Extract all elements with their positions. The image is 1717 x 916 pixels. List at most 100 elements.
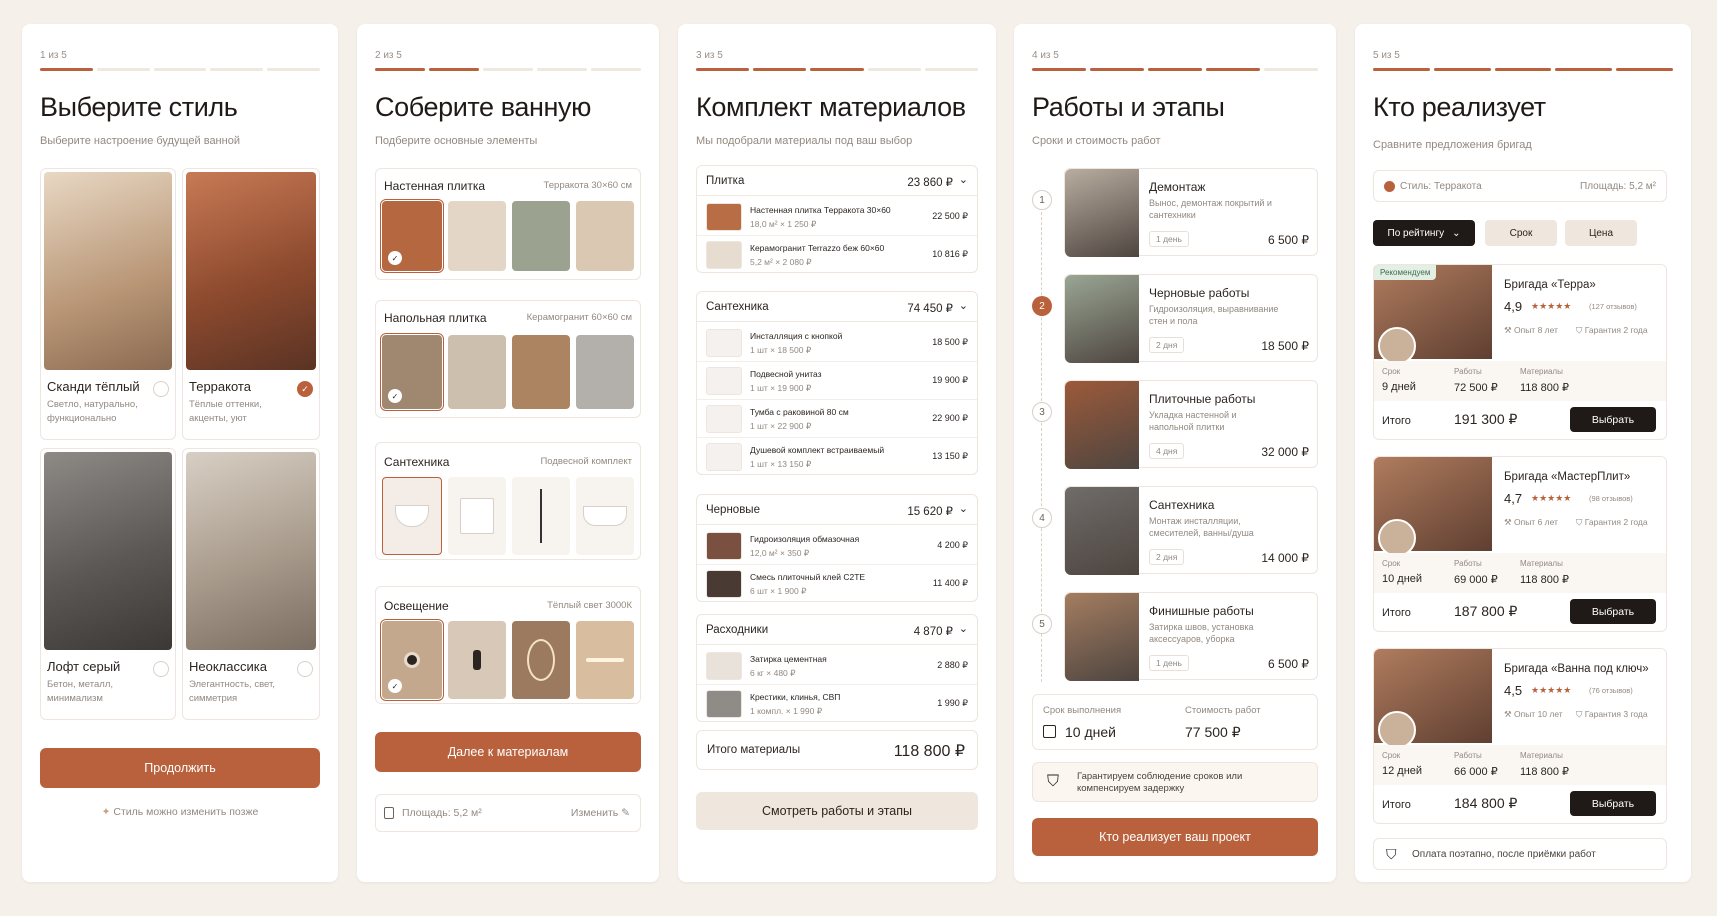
swatch-sand[interactable]	[576, 201, 634, 271]
style-radio[interactable]	[153, 661, 169, 677]
material-thumb	[706, 570, 742, 598]
material-thumb	[706, 329, 742, 357]
step-indicator: 2 из 5	[375, 50, 402, 61]
swatch-beige[interactable]	[448, 201, 506, 271]
progress-bar	[696, 68, 979, 71]
style-text: Стиль: Терракота	[1400, 181, 1482, 192]
progress-bar	[1373, 68, 1673, 71]
stage-duration: 4 дня	[1149, 443, 1185, 459]
material-group: Плитка 23 860 ₽ ⌄ Настенная плитка Терра…	[696, 165, 978, 273]
material-group: Расходники 4 870 ₽ ⌄ Затирка цементная 6…	[696, 614, 978, 722]
panel-stages: 4 из 5 Работы и этапы Сроки и стоимость …	[1014, 24, 1336, 882]
choose-team-button[interactable]: Выбрать	[1570, 791, 1656, 816]
team-reviews: (127 отзывов)	[1589, 302, 1637, 311]
swatch-terracotta-selected[interactable]: ✓	[380, 199, 444, 273]
material-price: 2 880 ₽	[937, 660, 968, 670]
style-radio[interactable]	[153, 381, 169, 397]
chevron-down-icon: ⌄	[1452, 227, 1461, 239]
who-implements-button[interactable]: Кто реализует ваш проект	[1032, 818, 1318, 856]
stage-name: Финишные работы	[1149, 604, 1254, 618]
team-rating: 4,7	[1504, 491, 1523, 506]
group-header[interactable]: Плитка 23 860 ₽ ⌄	[697, 166, 977, 196]
stage-price: 18 500 ₽	[1261, 339, 1309, 353]
team-guarantee: ⛉ Гарантия 2 года	[1576, 517, 1648, 527]
group-header[interactable]: Расходники 4 870 ₽ ⌄	[697, 615, 977, 645]
toilet-option-selected[interactable]	[382, 477, 442, 555]
team-term: 9 дней	[1382, 381, 1416, 393]
style-card-scandi[interactable]: Сканди тёплый Светло, натурально, функци…	[40, 168, 176, 440]
stage-card[interactable]: Демонтаж Вынос, демонтаж покрытий и сант…	[1064, 168, 1318, 257]
progress-bar	[40, 68, 320, 71]
stage-card[interactable]: Сантехника Монтаж инсталляции, смесителе…	[1064, 486, 1318, 575]
material-name: Гидроизоляция обмазочная	[750, 534, 860, 544]
step-indicator: 3 из 5	[696, 50, 723, 61]
style-card-loft[interactable]: Лофт серый Бетон, металл, минимализм	[40, 448, 176, 720]
material-name: Смесь плиточный клей C2TE	[750, 572, 866, 582]
style-color-dot	[1384, 181, 1395, 192]
view-works-button[interactable]: Смотреть работы и этапы	[696, 792, 978, 830]
style-card-neoclassic[interactable]: Неоклассика Элегантность, свет, симметри…	[182, 448, 320, 720]
style-radio[interactable]	[297, 661, 313, 677]
group-name: Сантехника	[706, 301, 769, 313]
guarantee-banner: ⛉ Гарантируем соблюдение сроков или комп…	[1032, 762, 1318, 802]
swatch-stone-selected[interactable]: ✓	[380, 333, 444, 411]
swatch-sage[interactable]	[512, 201, 570, 271]
material-group: Сантехника 74 450 ₽ ⌄ Инсталляция с кноп…	[696, 291, 978, 475]
style-card-terracotta[interactable]: Терракота Тёплые оттенки, акценты, уют ✓	[182, 168, 320, 440]
material-row: Душевой комплект встраиваемый 1 шт × 13 …	[697, 438, 977, 476]
next-to-materials-button[interactable]: Далее к материалам	[375, 732, 641, 772]
panel-style: 1 из 5 Выберите стиль Выберите настроени…	[22, 24, 338, 882]
group-total: 74 450 ₽	[907, 303, 953, 315]
project-summary: Стиль: Терракота Площадь: 5,2 м²	[1373, 170, 1667, 202]
bathtub-option[interactable]	[576, 477, 634, 555]
total-label: Итого	[1382, 415, 1411, 427]
shield-icon: ⛉	[1576, 709, 1585, 719]
section-wall-tile: Настенная плитка Терракота 30×60 см ✓	[375, 168, 641, 280]
spot-light-option-selected[interactable]: ✓	[380, 619, 444, 701]
stage-photo	[1065, 169, 1139, 257]
shower-option[interactable]	[512, 477, 570, 555]
calendar-icon	[1043, 725, 1056, 738]
group-header[interactable]: Сантехника 74 450 ₽ ⌄	[697, 292, 977, 322]
sort-by-term-button[interactable]: Срок	[1485, 220, 1557, 246]
stage-card[interactable]: Плиточные работы Укладка настенной и нап…	[1064, 380, 1318, 469]
team-guarantee: ⛉ Гарантия 3 года	[1576, 709, 1648, 719]
swatch-wood[interactable]	[512, 335, 570, 409]
material-price: 13 150 ₽	[932, 451, 968, 461]
stage-name: Плиточные работы	[1149, 392, 1256, 406]
section-label: Сантехника	[384, 455, 450, 469]
choose-team-button[interactable]: Выбрать	[1570, 599, 1656, 624]
vanity-option[interactable]	[448, 477, 506, 555]
spot-light-icon	[404, 652, 420, 668]
materials-label: Материалы	[1520, 559, 1563, 568]
sort-by-price-button[interactable]: Цена	[1565, 220, 1637, 246]
check-icon: ✓	[388, 389, 402, 403]
continue-button[interactable]: Продолжить	[40, 748, 320, 788]
sort-by-rating-button[interactable]: По рейтингу ⌄	[1373, 220, 1475, 246]
choose-team-button[interactable]: Выбрать	[1570, 407, 1656, 432]
group-header[interactable]: Черновые 15 620 ₽ ⌄	[697, 495, 977, 525]
material-row: Инсталляция с кнопкой 1 шт × 18 500 ₽ 18…	[697, 324, 977, 362]
stage-number: 5	[1032, 614, 1052, 634]
stage-duration: 1 день	[1149, 231, 1189, 247]
style-desc: Элегантность, свет, симметрия	[189, 679, 275, 704]
group-total: 23 860 ₽	[907, 177, 953, 189]
stage-photo	[1065, 381, 1139, 469]
team-total: 187 800 ₽	[1454, 603, 1518, 619]
style-radio-selected[interactable]: ✓	[297, 381, 313, 397]
stage-card[interactable]: Финишные работы Затирка швов, установка …	[1064, 592, 1318, 681]
swatch-terrazzo[interactable]	[448, 335, 506, 409]
stage-card[interactable]: Черновые работы Гидроизоляция, выравнива…	[1064, 274, 1318, 363]
area-text: Площадь: 5,2 м²	[1580, 181, 1656, 192]
material-name: Крестики, клинья, СВП	[750, 692, 841, 702]
mirror-light-option[interactable]	[512, 621, 570, 699]
change-link[interactable]: Изменить ✎	[571, 807, 630, 819]
material-price: 18 500 ₽	[932, 337, 968, 347]
pendant-option[interactable]	[448, 621, 506, 699]
term-label: Срок	[1382, 751, 1401, 760]
team-materials: 118 800 ₽	[1520, 574, 1570, 586]
led-strip-option[interactable]	[576, 621, 634, 699]
stage-price: 6 500 ₽	[1268, 657, 1309, 671]
page-title: Выберите стиль	[40, 92, 238, 122]
swatch-grey[interactable]	[576, 335, 634, 409]
